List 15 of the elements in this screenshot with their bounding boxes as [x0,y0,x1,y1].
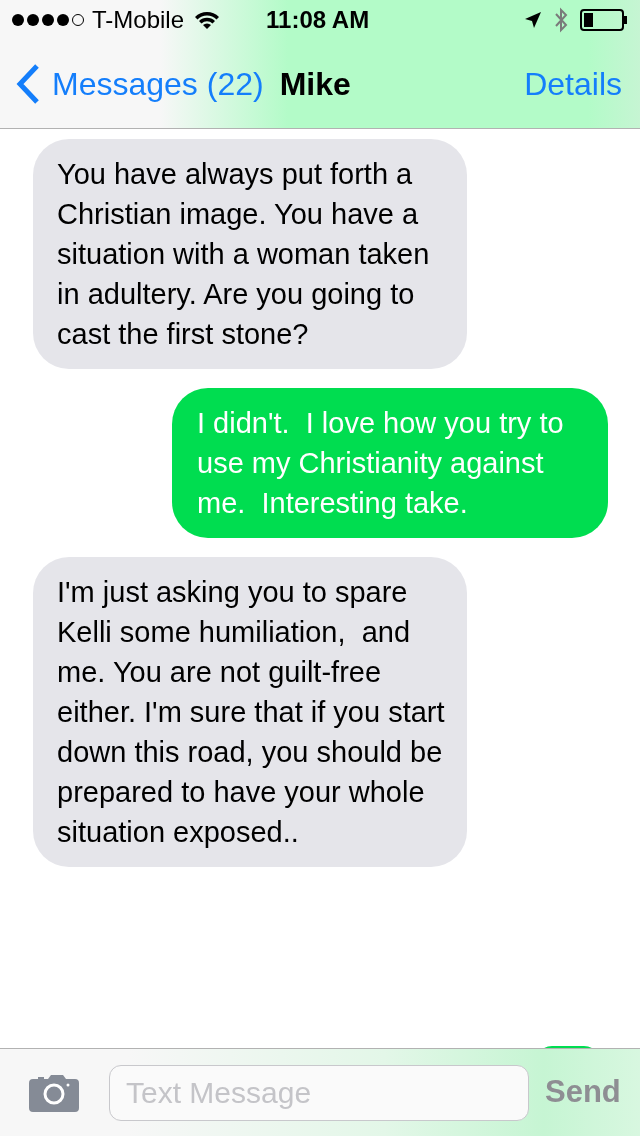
carrier-name: T-Mobile [92,5,185,35]
outgoing-message-bubble: I didn't. I love how you try to use my Christianity against me. Interesting take. [172,388,608,538]
battery-icon [580,9,628,31]
bluetooth-icon [554,7,568,33]
status-time: 11:08 AM [266,5,370,35]
back-label: Messages (22) [52,65,264,104]
details-button[interactable]: Details [524,60,622,108]
back-button[interactable]: Messages (22) [16,60,264,108]
chevron-left-icon [16,64,40,104]
wifi-icon [194,10,221,30]
incoming-message-bubble: You have always put forth a Christian image. You have a situation with a woman taken in adultery. Are you going to cast the first stone? [33,139,467,369]
location-arrow-icon [524,11,542,29]
contact-name: Mike [279,65,351,104]
camera-icon[interactable] [29,1073,79,1112]
incoming-message-bubble: I'm just asking you to spare Kelli some humiliation, and me. You are not guilt-free either. I'm sure that if you start down this road, you should be prepared to have your whole situation exposed.. [33,557,467,867]
